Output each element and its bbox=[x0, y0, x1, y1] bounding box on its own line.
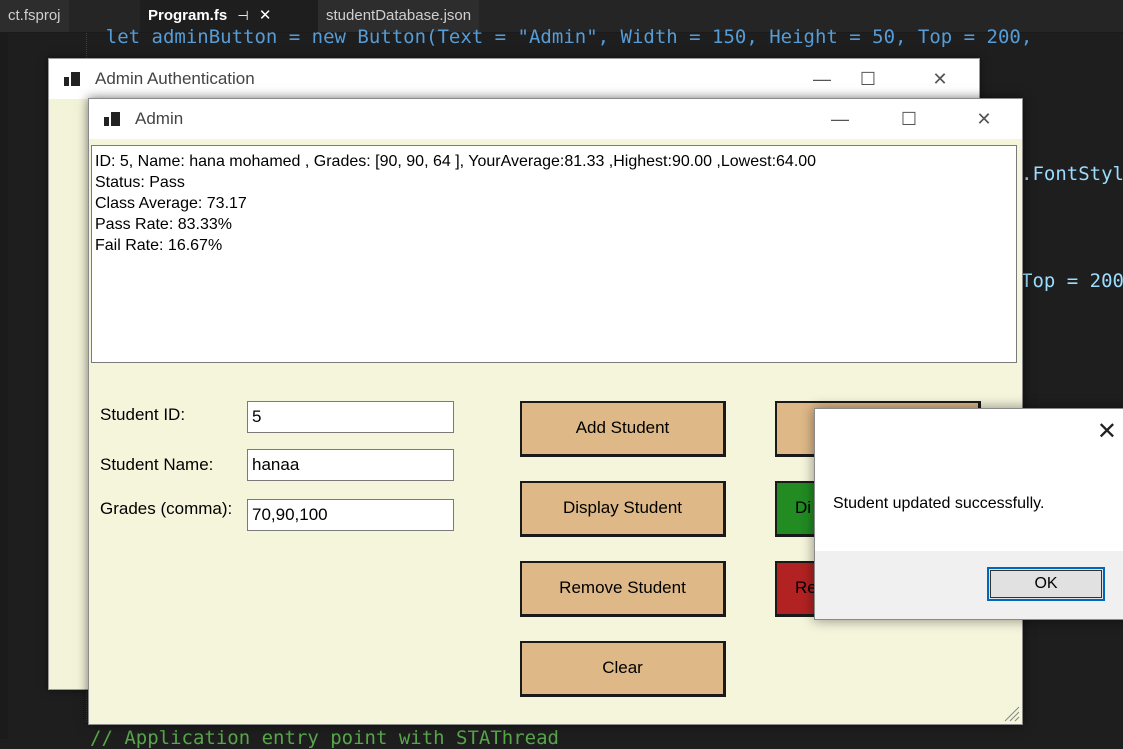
close-icon[interactable]: ✕ bbox=[917, 59, 963, 99]
add-student-button[interactable]: Add Student bbox=[520, 401, 726, 457]
tab-fsproj[interactable]: ct.fsproj bbox=[0, 0, 69, 32]
tab-close-icon[interactable]: ✕ bbox=[259, 7, 272, 24]
admin-window-title: Admin bbox=[135, 109, 184, 128]
code-line-admin-button: let adminButton = new Button(Text = "Adm… bbox=[60, 26, 1033, 48]
close-icon[interactable]: ✕ bbox=[961, 99, 1007, 139]
student-id-input[interactable]: 5 bbox=[247, 401, 454, 433]
clear-button[interactable]: Clear bbox=[520, 641, 726, 697]
tab-program-fs-label: Program.fs bbox=[148, 7, 228, 24]
pin-icon[interactable]: ⊣ bbox=[237, 8, 248, 23]
remove-student-button[interactable]: Remove Student bbox=[520, 561, 726, 617]
window-app-icon bbox=[104, 112, 120, 126]
maximize-icon[interactable]: ☐ bbox=[845, 59, 891, 99]
dialog-footer: OK bbox=[815, 551, 1123, 619]
message-text: Student updated successfully. bbox=[833, 495, 1045, 512]
close-icon[interactable]: ✕ bbox=[1097, 417, 1117, 446]
resize-grip-icon[interactable] bbox=[1002, 704, 1020, 722]
admin-title-bar[interactable]: Admin — ☐ ✕ bbox=[89, 99, 1022, 139]
output-textbox[interactable]: ID: 5, Name: hana mohamed , Grades: [90,… bbox=[91, 145, 1017, 363]
editor-gutter bbox=[0, 32, 8, 739]
code-fragment-top: Top = 200 bbox=[1021, 270, 1123, 292]
auth-window-title: Admin Authentication bbox=[95, 69, 255, 88]
auth-title-bar[interactable]: Admin Authentication — ☐ ✕ bbox=[49, 59, 979, 99]
student-name-input[interactable]: hanaa bbox=[247, 449, 454, 481]
maximize-icon[interactable]: ☐ bbox=[886, 99, 932, 139]
ok-button[interactable]: OK bbox=[987, 567, 1105, 601]
tab-fsproj-label: ct.fsproj bbox=[8, 7, 61, 24]
grades-input[interactable]: 70,90,100 bbox=[247, 499, 454, 531]
window-app-icon bbox=[64, 72, 80, 86]
display-student-button[interactable]: Display Student bbox=[520, 481, 726, 537]
student-id-label: Student ID: bbox=[100, 405, 186, 424]
minimize-icon[interactable]: — bbox=[799, 59, 845, 99]
student-name-label: Student Name: bbox=[100, 455, 214, 474]
message-box-dialog: ✕ Student updated successfully. OK bbox=[814, 408, 1123, 620]
code-fragment-fontstyle: .FontStyl bbox=[1021, 163, 1123, 185]
code-comment-entry-point: // Application entry point with STAThrea… bbox=[90, 727, 559, 749]
minimize-icon[interactable]: — bbox=[817, 99, 863, 139]
grades-label: Grades (comma): bbox=[100, 499, 233, 518]
tab-student-database-label: studentDatabase.json bbox=[326, 7, 472, 24]
